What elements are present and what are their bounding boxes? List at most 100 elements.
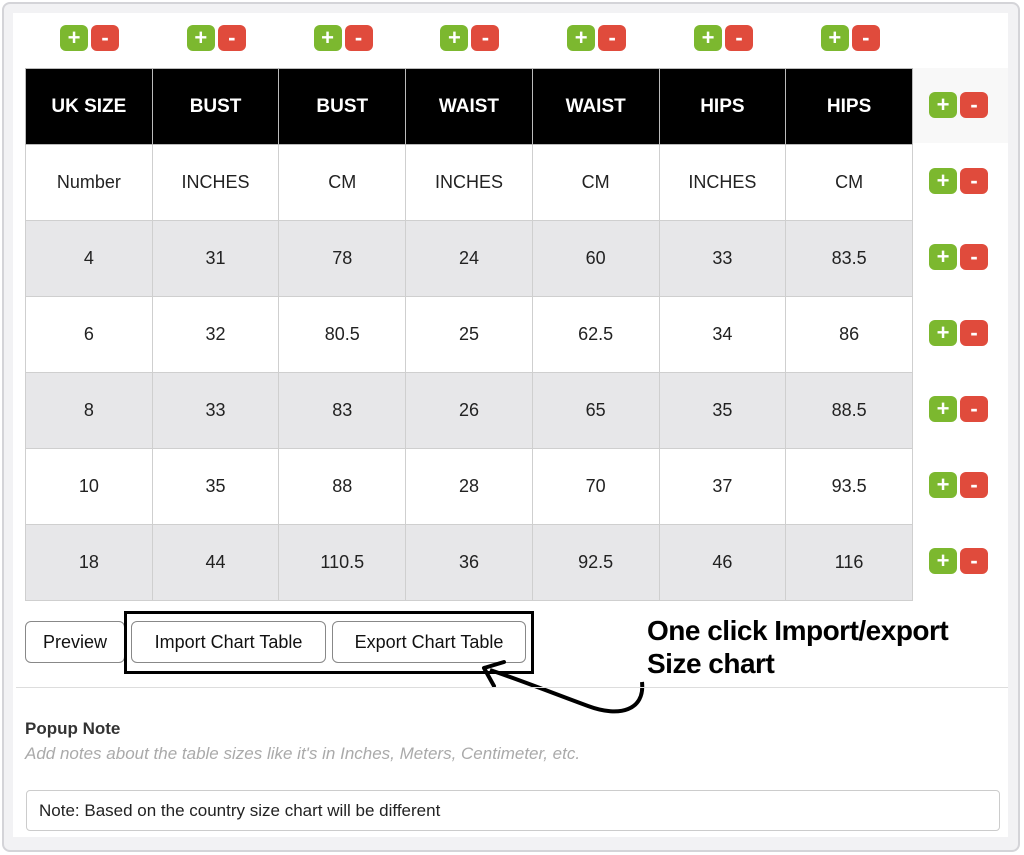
- column-controls: + -: [60, 25, 119, 51]
- table-row: 8 33 83 26 65 35 88.5: [25, 372, 913, 449]
- add-icon[interactable]: +: [60, 25, 88, 51]
- table-cell[interactable]: 78: [278, 220, 407, 297]
- table-cell[interactable]: 33: [151, 372, 280, 449]
- remove-icon[interactable]: -: [598, 25, 627, 51]
- annotation-line-2: Size chart: [647, 648, 775, 679]
- table-cell[interactable]: INCHES: [151, 144, 280, 221]
- remove-icon[interactable]: -: [91, 25, 119, 51]
- remove-icon[interactable]: -: [217, 25, 246, 51]
- table-cell[interactable]: 93.5: [785, 448, 913, 525]
- column-controls: + -: [567, 25, 627, 51]
- remove-icon[interactable]: -: [725, 25, 753, 51]
- remove-icon[interactable]: -: [960, 320, 988, 346]
- table-cell[interactable]: CM: [278, 144, 407, 221]
- add-icon[interactable]: +: [567, 25, 596, 51]
- remove-icon[interactable]: -: [960, 396, 988, 422]
- table-cell[interactable]: 24: [405, 220, 533, 297]
- table-cell[interactable]: 28: [405, 448, 533, 525]
- table-cell[interactable]: INCHES: [658, 144, 787, 221]
- table-cell[interactable]: 35: [151, 448, 280, 525]
- table-cell[interactable]: 80.5: [278, 296, 407, 373]
- popup-note-input[interactable]: Note: Based on the country size chart wi…: [26, 790, 1000, 831]
- add-icon[interactable]: +: [929, 396, 957, 422]
- remove-icon[interactable]: -: [471, 25, 500, 51]
- table-cell[interactable]: 110.5: [278, 524, 407, 601]
- table-cell[interactable]: 88: [278, 448, 407, 525]
- row-controls: + -: [929, 92, 988, 118]
- remove-icon[interactable]: -: [960, 548, 988, 574]
- table-row: 6 32 80.5 25 62.5 34 86: [25, 296, 913, 373]
- table-cell[interactable]: 62.5: [531, 296, 660, 373]
- table-cell[interactable]: 86: [785, 296, 913, 373]
- column-controls: + -: [186, 25, 246, 51]
- column-controls: + -: [440, 25, 500, 51]
- add-icon[interactable]: +: [186, 25, 215, 51]
- table-cell[interactable]: 65: [531, 372, 660, 449]
- column-controls: + -: [694, 25, 753, 51]
- remove-icon[interactable]: -: [960, 472, 988, 498]
- row-controls: + -: [929, 320, 988, 346]
- preview-button[interactable]: Preview: [25, 621, 125, 663]
- add-icon[interactable]: +: [929, 244, 957, 270]
- annotation-text: One click Import/export Size chart: [647, 614, 949, 680]
- row-controls: + -: [929, 396, 988, 422]
- remove-icon[interactable]: -: [344, 25, 373, 51]
- divider: [16, 687, 1008, 688]
- remove-icon[interactable]: -: [960, 92, 988, 118]
- add-icon[interactable]: +: [929, 92, 957, 118]
- row-controls: + -: [929, 168, 988, 194]
- column-header[interactable]: UK SIZE: [25, 68, 153, 145]
- column-header[interactable]: WAIST: [531, 68, 660, 145]
- table-cell[interactable]: 44: [151, 524, 280, 601]
- table-cell[interactable]: 8: [25, 372, 153, 449]
- column-header[interactable]: WAIST: [405, 68, 533, 145]
- add-icon[interactable]: +: [929, 548, 957, 574]
- table-cell[interactable]: 70: [531, 448, 660, 525]
- add-icon[interactable]: +: [440, 25, 469, 51]
- table-cell[interactable]: 25: [405, 296, 533, 373]
- table-cell[interactable]: 6: [25, 296, 153, 373]
- add-icon[interactable]: +: [694, 25, 722, 51]
- table-cell[interactable]: 92.5: [531, 524, 660, 601]
- column-header[interactable]: HIPS: [785, 68, 913, 145]
- add-icon[interactable]: +: [929, 168, 957, 194]
- remove-icon[interactable]: -: [851, 25, 880, 51]
- table-cell[interactable]: 10: [25, 448, 153, 525]
- table-cell[interactable]: 37: [658, 448, 787, 525]
- table-cell[interactable]: 116: [785, 524, 913, 601]
- remove-icon[interactable]: -: [960, 244, 988, 270]
- table-cell[interactable]: CM: [531, 144, 660, 221]
- table-cell[interactable]: 60: [531, 220, 660, 297]
- table-cell[interactable]: 83.5: [785, 220, 913, 297]
- size-chart-table: UK SIZE BUST BUST WAIST WAIST HIPS HIPS Number…: [25, 68, 913, 601]
- table-cell[interactable]: 35: [658, 372, 787, 449]
- table-cell[interactable]: Number: [25, 144, 153, 221]
- table-cell[interactable]: INCHES: [405, 144, 533, 221]
- add-icon[interactable]: +: [313, 25, 342, 51]
- column-header[interactable]: BUST: [151, 68, 280, 145]
- column-header[interactable]: HIPS: [658, 68, 787, 145]
- add-icon[interactable]: +: [929, 320, 957, 346]
- table-cell[interactable]: 32: [151, 296, 280, 373]
- table-cell[interactable]: 34: [658, 296, 787, 373]
- table-cell[interactable]: 46: [658, 524, 787, 601]
- table-cell[interactable]: 31: [151, 220, 280, 297]
- table-cell[interactable]: 83: [278, 372, 407, 449]
- table-cell[interactable]: 26: [405, 372, 533, 449]
- table-cell[interactable]: 33: [658, 220, 787, 297]
- table-cell[interactable]: CM: [785, 144, 913, 221]
- annotation-line-1: One click Import/export: [647, 615, 949, 646]
- row-controls: + -: [929, 548, 988, 574]
- table-row: 10 35 88 28 70 37 93.5: [25, 448, 913, 525]
- arrow-icon: [482, 660, 645, 714]
- add-icon[interactable]: +: [929, 472, 957, 498]
- table-row: Number INCHES CM INCHES CM INCHES CM: [25, 144, 913, 221]
- column-header[interactable]: BUST: [278, 68, 407, 145]
- popup-note-label: Popup Note: [25, 719, 121, 738]
- table-cell[interactable]: 88.5: [785, 372, 913, 449]
- table-cell[interactable]: 18: [25, 524, 153, 601]
- remove-icon[interactable]: -: [960, 168, 988, 194]
- add-icon[interactable]: +: [820, 25, 849, 51]
- table-cell[interactable]: 4: [25, 220, 153, 297]
- table-cell[interactable]: 36: [405, 524, 533, 601]
